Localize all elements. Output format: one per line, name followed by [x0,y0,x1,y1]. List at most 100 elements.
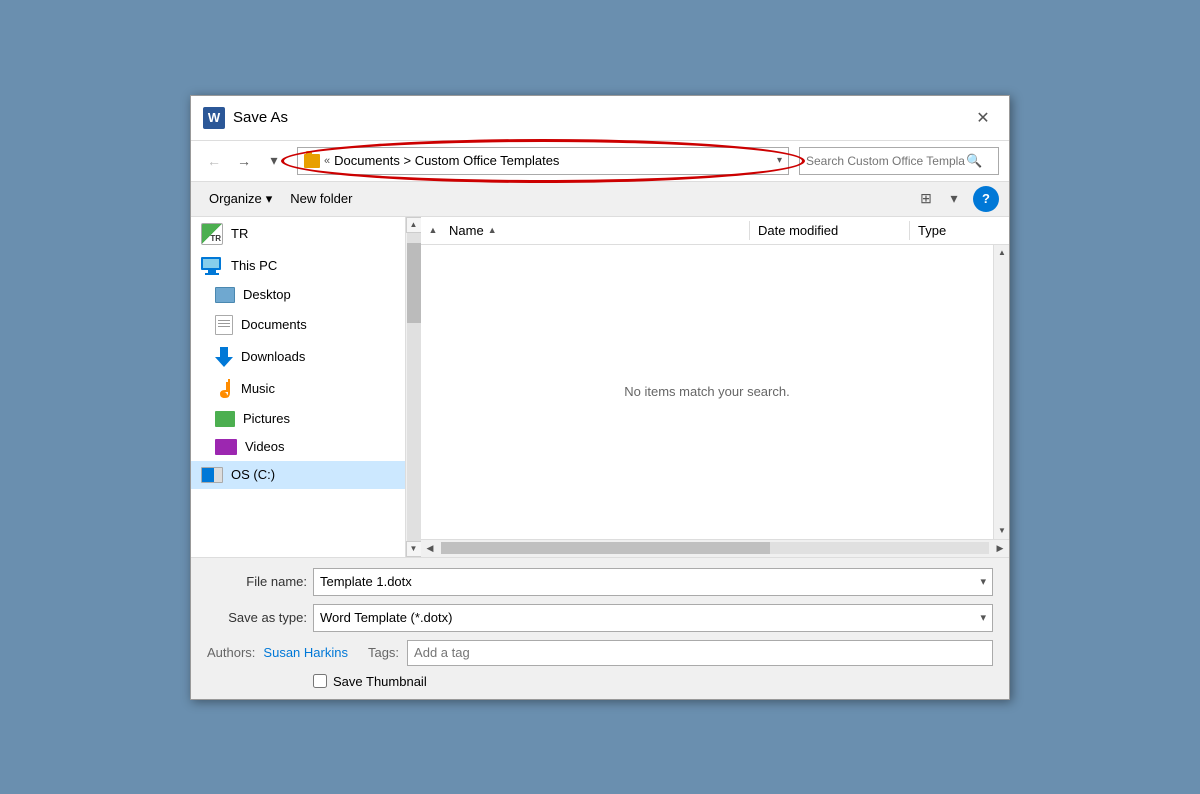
col-type-header[interactable]: Type [909,221,1009,240]
sidebar-item-label-downloads: Downloads [241,349,305,364]
file-header: ▲ Name ▲ Date modified Type [421,217,1009,245]
dialog-title: Save As [233,109,288,126]
sidebar-item-thispc[interactable]: This PC [191,251,405,281]
title-left: W Save As [203,107,288,129]
search-bar: 🔍 [799,147,999,175]
col-scroll-up[interactable]: ▲ [425,222,441,238]
save-type-dropdown[interactable]: ▾ [980,611,986,624]
sidebar-item-videos[interactable]: Videos [191,433,405,461]
file-content: No items match your search. [421,245,993,539]
empty-message: No items match your search. [624,384,789,399]
file-area: ▲ Name ▲ Date modified Type No items mat… [421,217,1009,557]
tags-input[interactable] [407,640,993,666]
search-icon[interactable]: 🔍 [966,153,982,169]
file-scroll-up[interactable]: ▲ [994,245,1009,261]
authors-group: Authors: Susan Harkins [207,645,348,660]
file-name-label: File name: [207,574,307,589]
sidebar-item-downloads[interactable]: Downloads [191,341,405,373]
sidebar-item-label-os: OS (C:) [231,467,275,482]
main-content: TR TR This PC Desktop [191,217,1009,557]
nav-bar: ← → ▾ « Documents > Custom Office Templa… [191,141,1009,182]
address-chevrons: « [324,155,330,167]
word-icon: W [203,107,225,129]
sidebar-item-tr[interactable]: TR TR [191,217,405,251]
sidebar-panel: TR TR This PC Desktop [191,217,421,557]
sidebar-item-documents[interactable]: Documents [191,309,405,341]
sidebar-scroll-track [407,233,421,541]
tags-label: Tags: [368,645,399,660]
file-scroll-down[interactable]: ▼ [994,523,1009,539]
file-scrollbar: ▲ ▼ [993,245,1009,539]
sidebar-item-label: TR [231,226,248,241]
save-type-field[interactable] [320,610,980,625]
view-controls: ⊞ ▾ ? [913,186,999,212]
file-name-dropdown[interactable]: ▾ [980,575,986,588]
authors-label: Authors: [207,645,255,660]
sidebar-scroll-thumb[interactable] [407,243,421,323]
save-thumbnail-checkbox[interactable] [313,674,327,688]
nav-dropdown-button[interactable]: ▾ [261,148,287,174]
videos-icon [215,439,237,455]
file-name-input[interactable]: ▾ [313,568,993,596]
folder-icon [304,154,320,168]
pictures-icon [215,411,235,427]
view-dropdown-button[interactable]: ▾ [941,186,967,212]
save-thumbnail-row: Save Thumbnail [207,674,993,689]
sidebar-content: TR TR This PC Desktop [191,217,405,557]
save-as-dialog: W Save As ✕ ← → ▾ « Documents > Custom O… [190,95,1010,700]
tr-icon: TR [201,223,223,245]
h-scroll-right[interactable]: ▶ [991,539,1009,557]
file-with-scroll: No items match your search. ▲ ▼ [421,245,1009,539]
drive-icon [201,467,223,483]
h-scroll-thumb[interactable] [441,542,770,554]
sidebar-item-label-music: Music [241,381,275,396]
thispc-icon [201,257,223,275]
h-scroll-left[interactable]: ◀ [421,539,439,557]
help-button[interactable]: ? [973,186,999,212]
address-path: Documents > Custom Office Templates [334,153,559,168]
sidebar-scroll-up[interactable]: ▲ [406,217,422,233]
sidebar-item-music[interactable]: Music [191,373,405,405]
h-scroll-track[interactable] [441,542,989,554]
documents-icon [215,315,233,335]
save-thumbnail-label: Save Thumbnail [333,674,427,689]
address-bar[interactable]: « Documents > Custom Office Templates ▾ [297,147,789,175]
bottom-area: File name: ▾ Save as type: ▾ Authors: Su… [191,557,1009,699]
organize-button[interactable]: Organize ▾ [201,187,280,211]
sidebar-item-desktop[interactable]: Desktop [191,281,405,309]
downloads-icon [215,347,233,367]
tags-group: Tags: [368,640,993,666]
view-icon-button[interactable]: ⊞ [913,186,939,212]
forward-button[interactable]: → [231,148,257,174]
back-button[interactable]: ← [201,148,227,174]
new-folder-button[interactable]: New folder [282,187,360,210]
col-name-header[interactable]: Name ▲ [441,221,749,240]
save-type-row: Save as type: ▾ [207,604,993,632]
authors-value[interactable]: Susan Harkins [263,645,348,660]
sidebar-item-label-desktop: Desktop [243,287,291,302]
sidebar-item-os[interactable]: OS (C:) [191,461,405,489]
address-bar-wrapper: « Documents > Custom Office Templates ▾ [297,147,789,175]
search-input[interactable] [806,154,966,168]
sidebar-item-label-pictures: Pictures [243,411,290,426]
file-name-row: File name: ▾ [207,568,993,596]
sidebar-scrollbar: ▲ ▼ [405,217,421,557]
file-scroll-track [994,261,1009,523]
save-type-label: Save as type: [207,610,307,625]
file-name-field[interactable] [320,574,980,589]
h-scroll-area: ◀ ▶ [421,539,1009,557]
sidebar-item-label-videos: Videos [245,439,285,454]
music-icon [215,379,233,399]
close-button[interactable]: ✕ [969,104,997,132]
sidebar-item-pictures[interactable]: Pictures [191,405,405,433]
save-type-input[interactable]: ▾ [313,604,993,632]
toolbar: Organize ▾ New folder ⊞ ▾ ? [191,182,1009,217]
col-date-header[interactable]: Date modified [749,221,909,240]
sidebar-item-label-documents: Documents [241,317,307,332]
sidebar-scroll-down[interactable]: ▼ [406,541,422,557]
desktop-icon [215,287,235,303]
title-bar: W Save As ✕ [191,96,1009,141]
address-dropdown-arrow[interactable]: ▾ [777,155,782,166]
sidebar-item-label-thispc: This PC [231,258,277,273]
meta-row: Authors: Susan Harkins Tags: [207,640,993,666]
